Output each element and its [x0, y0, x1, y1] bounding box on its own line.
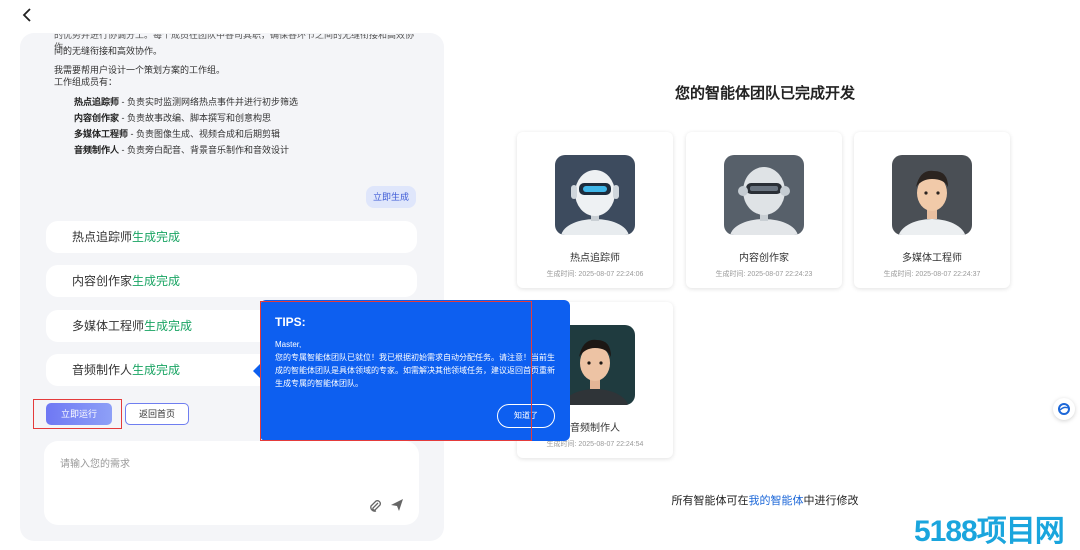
assistant-message: 的优势并进行协调分工。每个成员在团队中各司其职，确保各环节之间的无缝衔接和高效协… [54, 33, 424, 160]
page-title: 您的智能体团队已完成开发 [674, 85, 855, 102]
chat-panel: 的优势并进行协调分工。每个成员在团队中各司其职，确保各环节之间的无缝衔接和高效协… [20, 33, 444, 541]
back-button[interactable] [18, 5, 38, 25]
member-item: 热点追踪师 - 负责实时监测网络热点事件并进行初步筛选 [74, 97, 299, 107]
footer-note: 所有智能体可在我的智能体中进行修改 [671, 495, 859, 507]
back-home-button[interactable]: 返回首页 [125, 403, 189, 425]
person-avatar-icon [892, 155, 972, 235]
input-container [44, 441, 419, 525]
agent-name: 多媒体工程师 [902, 253, 962, 264]
tips-pointer [253, 364, 260, 378]
agent-name: 热点追踪师 [570, 253, 620, 264]
robot-avatar-icon [555, 155, 635, 235]
tips-title: TIPS: [275, 315, 306, 329]
robot-avatar-icon [724, 155, 804, 235]
generate-now-button[interactable]: 立即生成 [366, 186, 416, 208]
tips-greeting: Master, [275, 340, 302, 349]
member-item: 音频制作人 - 负责旁白配音、背景音乐制作和音效设计 [74, 145, 290, 155]
my-agents-link[interactable]: 我的智能体 [749, 495, 804, 507]
watermark-logo: 5188项目网 [914, 515, 1065, 548]
attachment-icon[interactable] [368, 499, 382, 513]
agent-card[interactable]: 多媒体工程师 生成时间: 2025-08-07 22:24:37 [854, 132, 1010, 288]
highlight-box [33, 399, 122, 429]
tips-message: 您的专属智能体团队已就位！我已根据初始需求自动分配任务。请注意！当前生成的智能体… [275, 353, 555, 388]
request-input[interactable] [60, 455, 400, 495]
agent-time: 生成时间: 2025-08-07 22:24:06 [546, 271, 644, 278]
agent-time: 生成时间: 2025-08-07 22:24:23 [715, 271, 813, 278]
tips-popup: TIPS: Master, 您的专属智能体团队已就位！我已根据初始需求自动分配任… [253, 300, 570, 441]
member-item: 多媒体工程师 - 负责图像生成、视频合成和后期剪辑 [74, 129, 281, 139]
agent-avatar [555, 155, 635, 235]
member-item: 内容创作家 - 负责故事改编、脚本撰写和创意构思 [74, 113, 272, 123]
agent-avatar [892, 155, 972, 235]
agent-card[interactable]: 热点追踪师 生成时间: 2025-08-07 22:24:06 [517, 132, 673, 288]
agent-name: 内容创作家 [739, 253, 789, 264]
status-item-content: 内容创作家生成完成 [46, 265, 417, 297]
message-request: 我需要帮用户设计一个策划方案的工作组。 [54, 65, 226, 75]
assistant-float-button[interactable] [1053, 398, 1075, 420]
agent-card[interactable]: 内容创作家 生成时间: 2025-08-07 22:24:23 [686, 132, 842, 288]
chevron-left-icon [22, 8, 31, 22]
tips-body: Master, 您的专属智能体团队已就位！我已根据初始需求自动分配任务。请注意！… [275, 338, 560, 390]
agent-avatar [724, 155, 804, 235]
status-item-hotspot: 热点追踪师生成完成 [46, 221, 417, 253]
message-clipped-text: 的优势并进行协调分工。每个成员在团队中各司其职，确保各环节之间的无缝衔接和高效协… [54, 34, 415, 50]
members-list: 热点追踪师 - 负责实时监测网络热点事件并进行初步筛选 内容创作家 - 负责故事… [74, 96, 424, 156]
agent-time: 生成时间: 2025-08-07 22:24:37 [883, 271, 981, 278]
send-icon[interactable] [390, 498, 404, 512]
got-it-button[interactable]: 知道了 [497, 404, 555, 428]
assistant-icon [1058, 403, 1070, 415]
message-members-label: 工作组成员有： [54, 77, 118, 87]
